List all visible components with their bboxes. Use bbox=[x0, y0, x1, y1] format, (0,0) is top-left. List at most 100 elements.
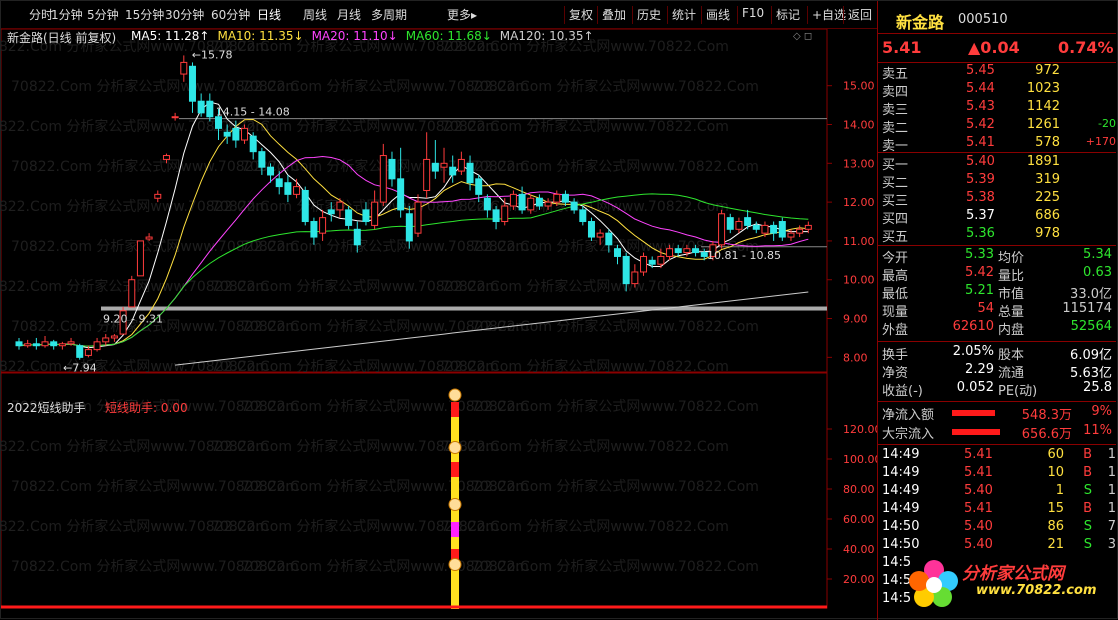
stat-value: 54 bbox=[977, 301, 994, 316]
tool-button[interactable]: 返回 bbox=[843, 6, 872, 24]
ma-label: MA10: 11.35↓ bbox=[217, 29, 304, 43]
candle bbox=[614, 248, 621, 257]
tick-volume: 86 bbox=[1047, 519, 1064, 534]
stat-value: 5.33 bbox=[965, 247, 994, 262]
bid-row[interactable]: 买四 5.37 686 bbox=[878, 208, 1116, 227]
tick-row: 14:49 5.40 1 S 1 bbox=[878, 483, 1116, 501]
stat-label: 外盘 bbox=[882, 323, 909, 338]
ma-label: MA120: 10.35↑ bbox=[499, 29, 594, 43]
tick-time: 14:50 bbox=[882, 537, 920, 552]
tick-time: 14:50 bbox=[882, 519, 920, 534]
stat-label: 内盘 bbox=[998, 323, 1025, 338]
candle bbox=[110, 335, 118, 339]
candle bbox=[327, 209, 335, 215]
candle bbox=[284, 182, 292, 195]
ask-row[interactable]: 卖二 5.42 1261 -20 bbox=[878, 117, 1116, 136]
candle bbox=[293, 186, 301, 195]
price-change: ▲0.04 bbox=[968, 38, 1020, 57]
bid-volume: 225 bbox=[1035, 190, 1060, 205]
candle bbox=[362, 209, 370, 223]
last-price: 5.41 bbox=[882, 38, 922, 57]
period-tab[interactable]: 周线 bbox=[303, 6, 327, 24]
candle bbox=[570, 201, 578, 211]
candle bbox=[223, 131, 231, 137]
candle bbox=[770, 224, 778, 234]
fund-row: 换手 2.05% 股本 6.09亿 bbox=[878, 344, 1116, 363]
ask-price: 5.45 bbox=[966, 63, 995, 78]
tick-price: 5.41 bbox=[964, 465, 993, 480]
tool-button[interactable]: 标记 bbox=[771, 6, 800, 24]
stat-label: 现量 bbox=[882, 305, 909, 320]
period-tab[interactable]: 30分钟 bbox=[165, 6, 204, 24]
period-tab[interactable]: 日线 bbox=[257, 6, 281, 24]
candle bbox=[744, 217, 752, 226]
flow-pct: 9% bbox=[1091, 404, 1112, 419]
bid-label: 买二 bbox=[882, 176, 909, 191]
candle bbox=[345, 209, 353, 226]
watermark: 70822.Com 分析家公式网www.70822.Com bbox=[441, 518, 729, 535]
range-annotation: 10.81 - 10.85 bbox=[707, 249, 781, 262]
chart-area: 70822.Com 分析家公式网www.70822.Com 70822.Com 分… bbox=[0, 28, 882, 609]
bid-row[interactable]: 买五 5.36 978 bbox=[878, 226, 1116, 245]
tick-direction: S bbox=[1083, 519, 1092, 534]
candle bbox=[414, 201, 422, 234]
ask-row[interactable]: 卖五 5.45 972 bbox=[878, 63, 1116, 82]
tool-button[interactable]: 历史 bbox=[632, 6, 661, 24]
period-tab[interactable]: 15分钟 bbox=[125, 6, 164, 24]
ask-label: 卖四 bbox=[882, 85, 909, 100]
period-tab[interactable]: 月线 bbox=[337, 6, 361, 24]
bid-price: 5.39 bbox=[966, 172, 995, 187]
ind-tick-label: 100.00 bbox=[843, 453, 877, 466]
flow-row: 大宗流入 656.6万 11% bbox=[878, 423, 1116, 442]
bid-price: 5.40 bbox=[966, 154, 995, 169]
tick-count: 7 bbox=[1107, 519, 1116, 534]
candle bbox=[128, 279, 136, 308]
candle bbox=[353, 228, 361, 246]
watermark: 70822.Com 分析家公式网www.70822.Com bbox=[441, 438, 729, 455]
period-tab[interactable]: 1分钟 bbox=[51, 6, 83, 24]
period-tab[interactable]: 分时 bbox=[29, 6, 53, 24]
stat-label: 均价 bbox=[998, 251, 1025, 266]
watermark: 70822.Com 分析家公式网www.70822.Com bbox=[441, 278, 729, 295]
stat-value: 5.34 bbox=[1083, 247, 1112, 262]
period-tab[interactable]: 更多▸ bbox=[447, 6, 477, 24]
candle bbox=[587, 221, 595, 238]
low-annotation: ←7.94 bbox=[63, 362, 97, 375]
ask-label: 卖五 bbox=[882, 67, 909, 82]
quote-panel: 新金路 000510 5.41 ▲0.04 0.74% 卖五 5.45 972 卖四 5… bbox=[877, 1, 1118, 620]
period-tab[interactable]: 60分钟 bbox=[211, 6, 250, 24]
tool-button[interactable]: +自选 bbox=[807, 6, 846, 24]
ask-row[interactable]: 卖四 5.44 1023 bbox=[878, 81, 1116, 100]
range-annotation: 14.15 - 14.08 bbox=[216, 106, 290, 119]
candle bbox=[553, 193, 561, 203]
money-bag-icon bbox=[448, 498, 462, 511]
candle bbox=[683, 248, 691, 254]
tool-button[interactable]: 叠加 bbox=[597, 6, 626, 24]
tick-time: 14:49 bbox=[882, 501, 920, 516]
candle bbox=[58, 343, 66, 347]
bid-label: 买一 bbox=[882, 158, 909, 173]
stock-name: 新金路 bbox=[896, 13, 945, 32]
tool-button[interactable]: 画线 bbox=[701, 6, 730, 24]
tool-button[interactable]: 复权 bbox=[564, 6, 593, 24]
candle bbox=[206, 100, 214, 118]
period-tab[interactable]: 5分钟 bbox=[87, 6, 119, 24]
bid-row[interactable]: 买二 5.39 319 bbox=[878, 172, 1116, 191]
candle bbox=[180, 61, 188, 75]
period-tab[interactable]: 多周期 bbox=[371, 6, 407, 24]
y-tick-label: 12.00 bbox=[843, 196, 875, 209]
ind-tick-label: 120.00 bbox=[843, 423, 877, 436]
bid-row[interactable]: 买三 5.38 225 bbox=[878, 190, 1116, 209]
tool-button[interactable]: F10 bbox=[737, 6, 764, 24]
y-tick-label: 8.00 bbox=[843, 351, 868, 364]
candle bbox=[267, 166, 275, 176]
chart-canvas[interactable]: 70822.Com 分析家公式网www.70822.Com 70822.Com 分… bbox=[0, 28, 882, 609]
candle bbox=[561, 193, 569, 203]
ask-row[interactable]: 卖三 5.43 1142 bbox=[878, 99, 1116, 118]
ask-row[interactable]: 卖一 5.41 578 +170 bbox=[878, 135, 1116, 154]
tool-button[interactable]: 统计 bbox=[667, 6, 696, 24]
candle bbox=[692, 248, 700, 254]
stat-label: 总量 bbox=[998, 305, 1025, 320]
bid-row[interactable]: 买一 5.40 1891 bbox=[878, 154, 1116, 173]
stat-row: 最高 5.42 量比 0.63 bbox=[878, 265, 1116, 284]
